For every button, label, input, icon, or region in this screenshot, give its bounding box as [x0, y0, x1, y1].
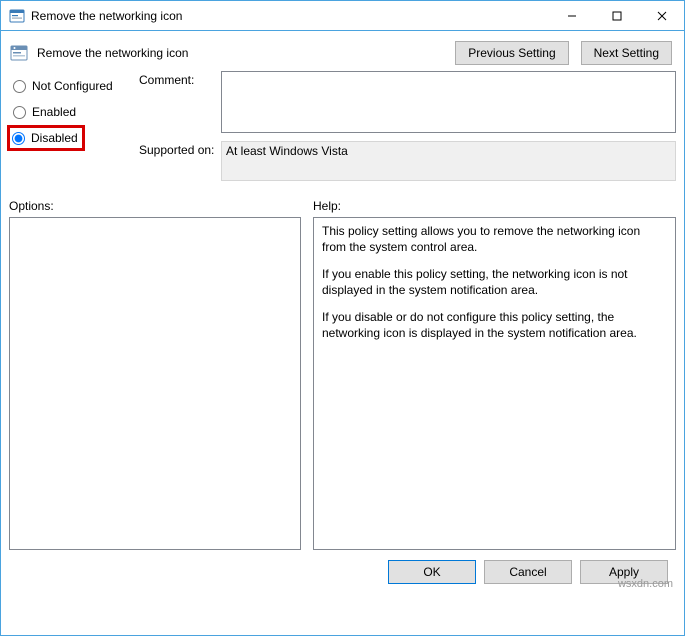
watermark-text: wsxdn.com	[618, 578, 673, 590]
close-button[interactable]	[639, 1, 684, 30]
radio-not-configured[interactable]: Not Configured	[9, 73, 139, 99]
comment-label: Comment:	[139, 71, 221, 87]
ok-button[interactable]: OK	[388, 560, 476, 584]
radio-label: Disabled	[31, 131, 78, 145]
previous-setting-button[interactable]: Previous Setting	[455, 41, 568, 65]
radio-disabled-input[interactable]	[12, 132, 25, 145]
window-title: Remove the networking icon	[31, 9, 549, 23]
radio-enabled[interactable]: Enabled	[9, 99, 139, 125]
titlebar: Remove the networking icon	[1, 1, 684, 31]
help-paragraph: This policy setting allows you to remove…	[322, 224, 667, 255]
radio-label: Enabled	[32, 105, 76, 119]
cancel-button[interactable]: Cancel	[484, 560, 572, 584]
radio-enabled-input[interactable]	[13, 106, 26, 119]
comment-input[interactable]	[221, 71, 676, 133]
options-box	[9, 217, 301, 550]
state-radio-group: Not Configured Enabled Disabled	[9, 71, 139, 189]
maximize-button[interactable]	[594, 1, 639, 30]
radio-disabled[interactable]: Disabled	[7, 125, 85, 151]
supported-on-label: Supported on:	[139, 141, 221, 157]
policy-window-icon	[9, 8, 25, 24]
supported-on-value	[221, 141, 676, 181]
group-policy-icon	[9, 43, 29, 63]
help-paragraph: If you disable or do not configure this …	[322, 310, 667, 341]
policy-name: Remove the networking icon	[37, 46, 188, 60]
radio-label: Not Configured	[32, 79, 113, 93]
radio-not-configured-input[interactable]	[13, 80, 26, 93]
help-paragraph: If you enable this policy setting, the n…	[322, 267, 667, 298]
help-label: Help:	[313, 197, 676, 217]
minimize-button[interactable]	[549, 1, 594, 30]
help-box: This policy setting allows you to remove…	[313, 217, 676, 550]
options-label: Options:	[9, 197, 301, 217]
next-setting-button[interactable]: Next Setting	[581, 41, 672, 65]
